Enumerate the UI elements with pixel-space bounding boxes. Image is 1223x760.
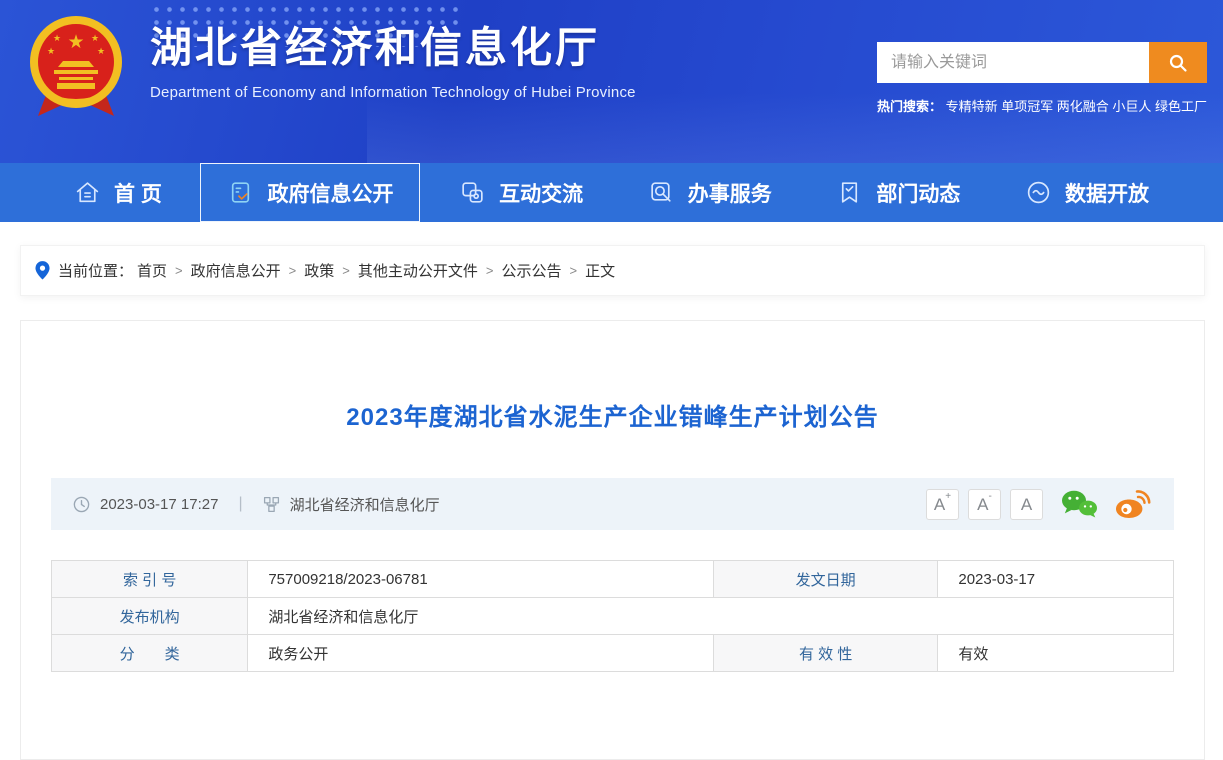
validity-label: 有 效 性 bbox=[713, 635, 937, 672]
table-row: 发布机构 湖北省经济和信息化厅 bbox=[52, 598, 1174, 635]
breadcrumb-label: 当前位置： bbox=[58, 260, 133, 281]
breadcrumb-item-home[interactable]: 首页 bbox=[137, 260, 167, 281]
category-value: 政务公开 bbox=[248, 635, 714, 672]
nav-item-gov-info[interactable]: 政府信息公开 bbox=[200, 163, 420, 222]
nav-item-label: 首 页 bbox=[114, 178, 162, 208]
organization-icon bbox=[263, 496, 280, 513]
breadcrumb-item-other-docs[interactable]: 其他主动公开文件 bbox=[358, 260, 478, 281]
breadcrumb-separator: > bbox=[342, 263, 350, 278]
clock-icon bbox=[73, 496, 90, 513]
publish-datetime: 2023-03-17 17:27 bbox=[100, 496, 218, 513]
site-header: ★ ★ ★ ★ ★ 湖北省经济和信息化厅 Department of Econo… bbox=[0, 0, 1223, 163]
weibo-share-icon[interactable] bbox=[1115, 489, 1152, 519]
service-search-icon bbox=[648, 179, 675, 206]
validity-value: 有效 bbox=[938, 635, 1174, 672]
svg-text:★: ★ bbox=[47, 46, 55, 56]
hot-search-term[interactable]: 小巨人 bbox=[1112, 96, 1151, 115]
home-icon bbox=[74, 179, 101, 206]
breadcrumb-separator: > bbox=[569, 263, 577, 278]
breadcrumb-separator: > bbox=[289, 263, 297, 278]
nav-item-services[interactable]: 办事服务 bbox=[622, 163, 798, 222]
index-number-value: 757009218/2023-06781 bbox=[248, 561, 714, 598]
breadcrumb: 当前位置： 首页 > 政府信息公开 > 政策 > 其他主动公开文件 > 公示公告… bbox=[20, 245, 1205, 296]
nav-item-news[interactable]: 部门动态 bbox=[810, 163, 986, 222]
national-emblem: ★ ★ ★ ★ ★ bbox=[28, 10, 124, 128]
hot-search-term[interactable]: 专精特新 bbox=[946, 96, 998, 115]
interaction-icon bbox=[459, 179, 486, 206]
meta-divider: | bbox=[238, 495, 242, 513]
search-icon bbox=[1168, 53, 1188, 73]
nav-item-label: 数据开放 bbox=[1065, 178, 1149, 208]
issue-date-label: 发文日期 bbox=[713, 561, 937, 598]
site-title: 湖北省经济和信息化厅 bbox=[150, 22, 636, 75]
table-row: 分 类 政务公开 有 效 性 有效 bbox=[52, 635, 1174, 672]
nav-item-label: 政府信息公开 bbox=[267, 178, 393, 208]
svg-text:★: ★ bbox=[53, 33, 61, 43]
location-pin-icon bbox=[35, 261, 50, 280]
data-wave-icon bbox=[1025, 179, 1052, 206]
wechat-share-icon[interactable] bbox=[1060, 489, 1098, 519]
site-subtitle: Department of Economy and Information Te… bbox=[150, 84, 636, 101]
svg-text:★: ★ bbox=[67, 32, 84, 53]
breadcrumb-item-gov-info[interactable]: 政府信息公开 bbox=[191, 260, 281, 281]
hot-search-term[interactable]: 单项冠军 bbox=[1001, 96, 1053, 115]
issue-date-value: 2023-03-17 bbox=[938, 561, 1174, 598]
article-card: 2023年度湖北省水泥生产企业错峰生产计划公告 2023-03-17 17:27… bbox=[20, 320, 1205, 760]
breadcrumb-item-current: 正文 bbox=[585, 260, 615, 281]
article-title: 2023年度湖北省水泥生产企业错峰生产计划公告 bbox=[51, 397, 1174, 432]
font-reset-button[interactable]: A bbox=[1010, 489, 1043, 520]
search-box bbox=[877, 42, 1207, 83]
font-decrease-button[interactable]: A- bbox=[968, 489, 1001, 520]
breadcrumb-separator: > bbox=[486, 263, 494, 278]
nav-item-label: 互动交流 bbox=[499, 178, 583, 208]
font-increase-button[interactable]: A+ bbox=[926, 489, 959, 520]
nav-item-label: 办事服务 bbox=[688, 178, 772, 208]
search-input[interactable] bbox=[877, 42, 1149, 83]
svg-text:★: ★ bbox=[91, 33, 99, 43]
nav-item-label: 部门动态 bbox=[876, 178, 960, 208]
table-row: 索 引 号 757009218/2023-06781 发文日期 2023-03-… bbox=[52, 561, 1174, 598]
nav-item-home[interactable]: 首 页 bbox=[48, 163, 188, 222]
publisher-value: 湖北省经济和信息化厅 bbox=[248, 598, 1174, 635]
index-number-label: 索 引 号 bbox=[52, 561, 248, 598]
nav-item-open-data[interactable]: 数据开放 bbox=[999, 163, 1175, 222]
publisher-label: 发布机构 bbox=[52, 598, 248, 635]
document-check-icon bbox=[227, 179, 254, 206]
info-table: 索 引 号 757009218/2023-06781 发文日期 2023-03-… bbox=[51, 560, 1174, 672]
bookmark-icon bbox=[836, 179, 863, 206]
hot-search-term[interactable]: 绿色工厂 bbox=[1155, 96, 1207, 115]
svg-text:★: ★ bbox=[97, 46, 105, 56]
breadcrumb-separator: > bbox=[175, 263, 183, 278]
article-meta-bar: 2023-03-17 17:27 | 湖北省经济和信息化厅 A+ A- A bbox=[51, 478, 1174, 530]
search-button[interactable] bbox=[1149, 42, 1207, 83]
hot-search-bar: 热门搜索： 专精特新 单项冠军 两化融合 小巨人 绿色工厂 bbox=[877, 96, 1207, 115]
breadcrumb-item-policy[interactable]: 政策 bbox=[304, 260, 334, 281]
hot-search-label: 热门搜索： bbox=[877, 96, 942, 115]
hot-search-term[interactable]: 两化融合 bbox=[1057, 96, 1109, 115]
page: ★ ★ ★ ★ ★ 湖北省经济和信息化厅 Department of Econo… bbox=[0, 0, 1223, 694]
main-nav: 首 页 政府信息公开 互动交流 bbox=[0, 163, 1223, 222]
article-source: 湖北省经济和信息化厅 bbox=[290, 494, 440, 515]
breadcrumb-item-notices[interactable]: 公示公告 bbox=[501, 260, 561, 281]
category-label: 分 类 bbox=[52, 635, 248, 672]
nav-item-interact[interactable]: 互动交流 bbox=[433, 163, 609, 222]
